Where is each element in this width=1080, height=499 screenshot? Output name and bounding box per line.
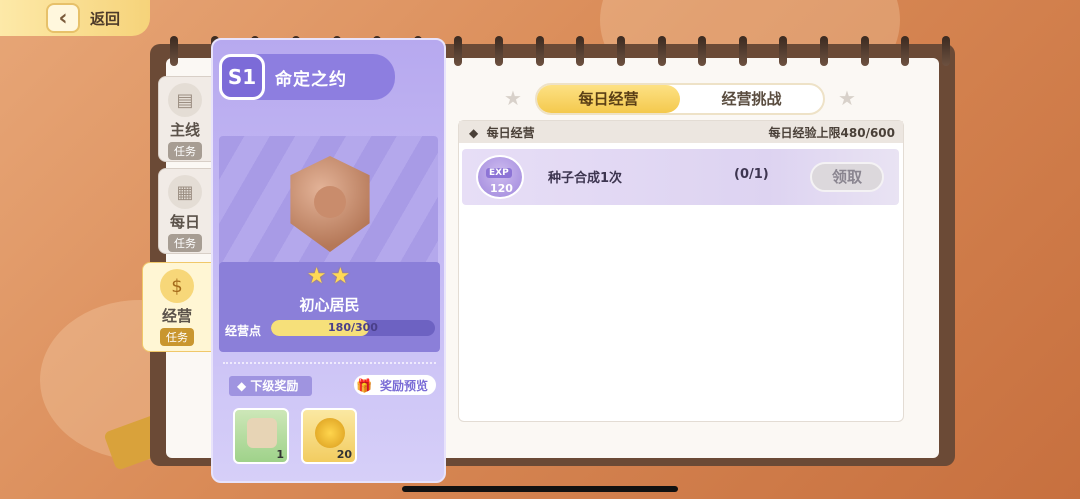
side-tab-daily-quest[interactable]: ▦ 每日 任务 (158, 168, 212, 254)
star-icon: ★ (504, 86, 522, 110)
back-button[interactable]: ‹ (46, 3, 80, 33)
side-tab-business-quest[interactable]: $ 经营 任务 (142, 262, 212, 352)
side-tab-sub: 任务 (168, 234, 202, 252)
chevron-left-icon: ‹ (58, 5, 68, 31)
scroll-icon: ▤ (168, 83, 202, 117)
side-tab-main-quest[interactable]: ▤ 主线 任务 (158, 76, 212, 162)
claim-button[interactable]: 领取 (810, 162, 884, 192)
season-title: 命定之约 (275, 69, 347, 90)
task-row: EXP 120 种子合成1次 (0/1) 领取 (462, 149, 899, 205)
reward-preview-label: 奖励预览 (380, 379, 429, 393)
reward-item-coin[interactable]: 20 (301, 408, 357, 464)
home-indicator (402, 486, 678, 492)
tab-switch: 每日经营 经营挑战 (535, 83, 825, 115)
task-list-panel: ◆ 每日经营 每日经验上限480/600 EXP 120 种子合成1次 (0/1… (458, 120, 904, 422)
calendar-icon: ▦ (168, 175, 202, 209)
star-icon: ★ (330, 264, 351, 289)
list-header: ◆ 每日经营 每日经验上限480/600 (459, 121, 903, 143)
tab-daily-business[interactable]: 每日经营 (537, 85, 680, 113)
rank-name: 初心居民 (299, 296, 360, 314)
side-tab-title: 每日 (169, 213, 200, 231)
side-tab-title: 主线 (169, 121, 200, 139)
rank-stars: ★ ★ (213, 264, 444, 289)
exp-label: 经营点 (225, 324, 262, 338)
exp-progress-text: 180/300 (328, 321, 378, 334)
tab-business-challenge[interactable]: 经营挑战 (680, 85, 823, 113)
season-card: S1 命定之约 初心居民 经营点 180/300 ★ ★ ◆ 下级奖励 🎁 奖励预… (211, 38, 446, 483)
lower-reward-title: ◆ 下级奖励 (229, 376, 313, 396)
season-badge: S1 (219, 54, 265, 100)
reward-count: 20 (336, 448, 352, 461)
list-header-title: ◆ 每日经营 (469, 126, 535, 140)
coin-icon (315, 418, 345, 448)
exp-value: 120 (490, 182, 513, 195)
season-header: S1 命定之约 (219, 54, 395, 100)
reward-preview-button[interactable]: 🎁 奖励预览 (353, 374, 438, 396)
gift-icon: 🎁 (356, 379, 373, 394)
side-tab-sub: 任务 (160, 328, 194, 346)
exp-progress-bar: 180/300 (271, 320, 435, 336)
star-icon: ★ (306, 264, 327, 289)
side-tab-sub: 任务 (168, 142, 202, 160)
exp-reward-icon: EXP 120 (476, 155, 524, 199)
back-label[interactable]: 返回 (90, 8, 120, 29)
star-icon: ★ (838, 86, 856, 110)
medal-icon (290, 156, 370, 252)
daily-exp-limit: 每日经验上限480/600 (768, 126, 895, 140)
map-icon (247, 418, 277, 448)
top-bar: ‹ 返回 (0, 0, 150, 36)
reward-item-map[interactable]: 1 (233, 408, 289, 464)
divider (223, 362, 436, 364)
side-tab-title: 经营 (161, 307, 192, 325)
task-progress: (0/1) (734, 167, 769, 182)
money-bag-icon: $ (160, 269, 194, 303)
task-name: 种子合成1次 (548, 171, 623, 186)
reward-count: 1 (276, 448, 284, 461)
exp-tag: EXP (486, 168, 512, 178)
